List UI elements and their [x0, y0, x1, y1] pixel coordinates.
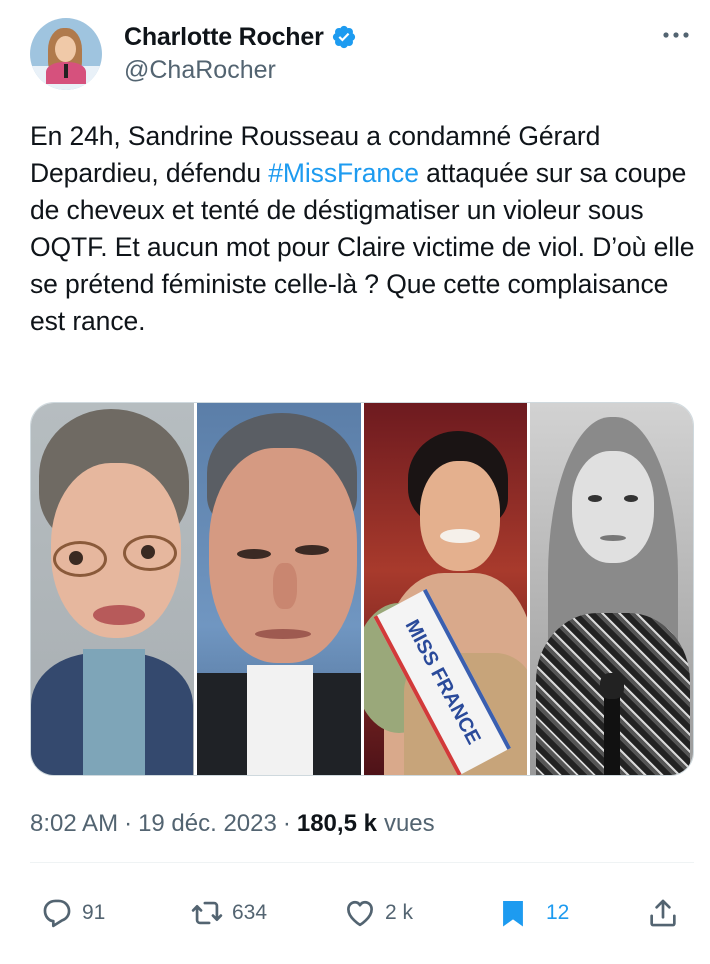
retweet-button[interactable]: 634: [190, 888, 267, 938]
like-button[interactable]: 2 k: [343, 888, 413, 938]
more-options-icon[interactable]: [661, 28, 691, 42]
views-count[interactable]: 180,5 k: [297, 810, 377, 838]
author-name-row[interactable]: Charlotte Rocher: [124, 20, 357, 54]
man-portrait-photo[interactable]: [197, 403, 361, 775]
reply-button[interactable]: 91: [40, 888, 105, 938]
woman-grimacing-photo[interactable]: [31, 403, 195, 775]
verified-badge-icon: [332, 25, 355, 49]
tweet-date[interactable]: 19 déc. 2023: [138, 810, 277, 838]
bookmark-button[interactable]: 12: [496, 888, 569, 938]
retweet-count: 634: [232, 901, 268, 924]
tweet-time[interactable]: 8:02 AM: [30, 810, 118, 838]
share-icon: [650, 899, 676, 927]
bookmark-icon: [503, 900, 523, 927]
reply-icon: [43, 899, 71, 928]
author-display-name[interactable]: Charlotte Rocher: [124, 23, 324, 52]
retweet-icon: [191, 901, 223, 925]
share-button[interactable]: [646, 888, 680, 938]
hashtag-link[interactable]: #MissFrance: [268, 158, 419, 188]
views-label: vues: [383, 810, 435, 837]
separator: ·: [124, 810, 133, 837]
tweet-metadata: 8:02 AM · 19 déc. 2023 · 180,5 k vues: [30, 806, 435, 842]
tweet-text: En 24h, Sandrine Rousseau a condamné Gér…: [30, 118, 700, 340]
like-count: 2 k: [385, 901, 414, 924]
divider: [30, 862, 694, 863]
avatar[interactable]: [30, 18, 102, 90]
woman-speaking-bw-photo[interactable]: [529, 403, 693, 775]
author-handle[interactable]: @ChaRocher: [124, 56, 276, 85]
reply-count: 91: [82, 901, 106, 924]
separator: ·: [282, 810, 291, 837]
bookmark-count: 12: [546, 901, 570, 924]
action-bar: 91 634 2 k 12: [30, 888, 694, 938]
media-grid: MISS FRANCE: [30, 402, 694, 776]
like-icon: [347, 900, 373, 927]
miss-france-photo[interactable]: MISS FRANCE: [363, 403, 527, 775]
